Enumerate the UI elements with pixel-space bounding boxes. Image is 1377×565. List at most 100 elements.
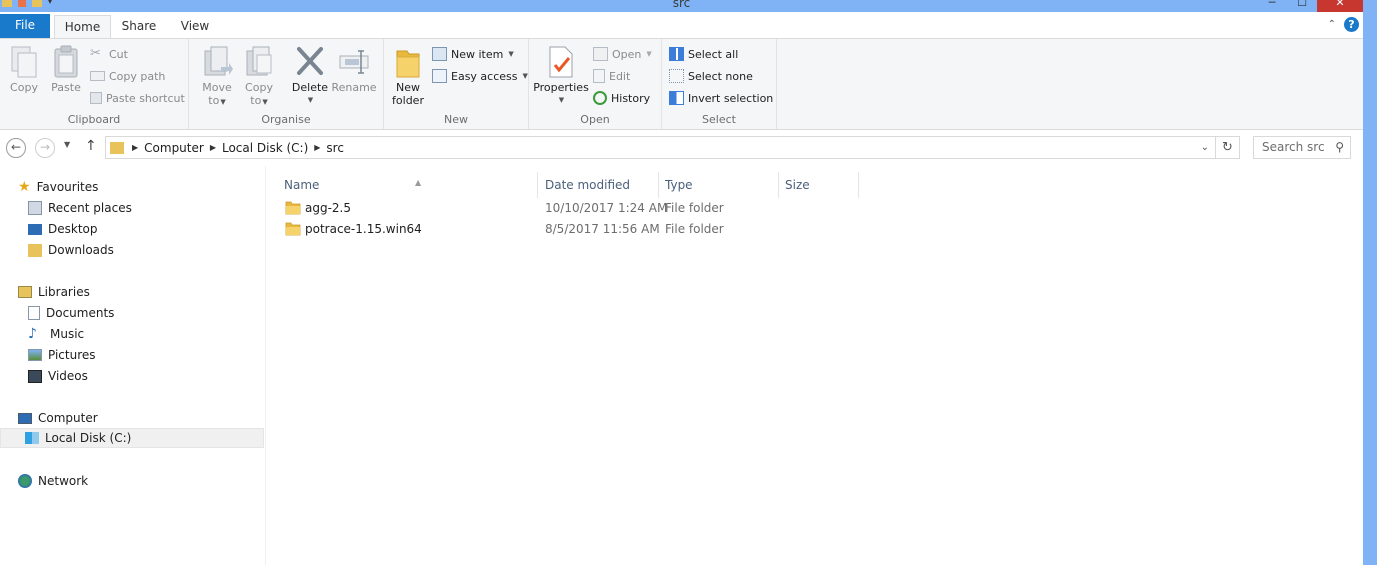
- ribbon-tabs: File Home Share View ⌃ ?: [0, 12, 1363, 38]
- search-input[interactable]: Search src ⚲: [1253, 136, 1351, 159]
- nav-local-disk-label: Local Disk (C:): [45, 431, 132, 445]
- minimize-button[interactable]: ─: [1257, 0, 1287, 12]
- copy-to-button[interactable]: Copy to▼: [241, 45, 277, 109]
- nav-downloads-label: Downloads: [48, 243, 114, 257]
- tab-home[interactable]: Home: [54, 15, 111, 38]
- rename-button[interactable]: Rename: [331, 45, 377, 94]
- nav-documents-label: Documents: [46, 306, 115, 320]
- properties-button[interactable]: Properties ▼: [533, 45, 589, 107]
- column-size-label: Size: [785, 178, 810, 192]
- copy-label: Copy: [10, 81, 38, 94]
- folder-icon: [110, 141, 124, 154]
- move-to-icon: [204, 46, 233, 76]
- copy-path-button[interactable]: Copy path: [90, 67, 165, 85]
- dropdown-arrow-icon: ▼: [508, 50, 514, 58]
- move-to-label-1: Move: [202, 81, 232, 94]
- history-button[interactable]: History: [593, 89, 650, 107]
- cut-button[interactable]: ✂ Cut: [90, 45, 128, 63]
- file-row[interactable]: agg-2.5 10/10/2017 1:24 AM File folder: [277, 198, 867, 219]
- breadcrumb-computer[interactable]: Computer: [144, 141, 204, 155]
- dropdown-arrow-icon: ▼: [220, 98, 226, 106]
- chevron-right-icon[interactable]: ▶: [132, 143, 138, 152]
- nav-computer[interactable]: Computer: [18, 408, 98, 428]
- chevron-right-icon[interactable]: ▶: [314, 143, 320, 152]
- tab-file[interactable]: File: [0, 14, 50, 38]
- breadcrumb-local-disk[interactable]: Local Disk (C:): [222, 141, 308, 155]
- refresh-button[interactable]: ↻: [1216, 136, 1240, 159]
- column-header-type[interactable]: Type: [659, 172, 779, 198]
- recent-places-icon: [28, 201, 42, 215]
- nav-recent-places[interactable]: Recent places: [28, 198, 132, 218]
- organise-group-label: Organise: [261, 113, 311, 126]
- window-border: [1363, 0, 1377, 565]
- file-row[interactable]: potrace-1.15.win64 8/5/2017 11:56 AM Fil…: [277, 219, 867, 240]
- open-group-label: Open: [580, 113, 610, 126]
- nav-music[interactable]: ♪ Music: [28, 324, 84, 344]
- nav-pictures[interactable]: Pictures: [28, 345, 96, 365]
- file-type: File folder: [665, 201, 724, 215]
- select-none-label: Select none: [688, 69, 753, 83]
- properties-icon: [549, 46, 573, 78]
- easy-access-button[interactable]: Easy access ▼: [432, 67, 528, 85]
- chevron-right-icon[interactable]: ▶: [210, 143, 216, 152]
- column-header-size[interactable]: Size: [779, 172, 859, 198]
- dropdown-arrow-icon: ▼: [646, 50, 652, 58]
- nav-favourites[interactable]: ★ Favourites: [18, 177, 98, 197]
- nav-documents[interactable]: Documents: [28, 303, 114, 323]
- nav-local-disk[interactable]: Local Disk (C:): [0, 428, 264, 448]
- new-item-button[interactable]: New item ▼: [432, 45, 514, 63]
- column-header-date-modified[interactable]: Date modified: [539, 172, 659, 198]
- nav-videos[interactable]: Videos: [28, 366, 88, 386]
- desktop-icon: [28, 223, 42, 235]
- move-to-button[interactable]: Move to▼: [199, 45, 235, 109]
- delete-button[interactable]: Delete ▼: [289, 45, 331, 107]
- open-button[interactable]: Open ▼: [593, 45, 652, 63]
- select-none-button[interactable]: Select none: [669, 67, 753, 85]
- nav-network[interactable]: Network: [18, 471, 88, 491]
- organise-group: Move to▼ Copy to▼ Delete ▼ Rename Organi…: [189, 39, 384, 129]
- new-item-icon: [432, 47, 447, 61]
- edit-label: Edit: [609, 69, 631, 83]
- forward-button[interactable]: →: [35, 138, 55, 158]
- open-group: Properties ▼ Open ▼ Edit History Open: [529, 39, 662, 129]
- properties-label: Properties: [533, 81, 589, 94]
- chevron-down-icon[interactable]: ⌄: [1201, 142, 1209, 153]
- up-button[interactable]: ↑: [85, 138, 97, 154]
- nav-desktop[interactable]: Desktop: [28, 219, 98, 239]
- back-button[interactable]: ←: [6, 138, 26, 158]
- copy-button[interactable]: Copy: [6, 45, 42, 94]
- recent-locations-dropdown[interactable]: ▼: [64, 140, 70, 149]
- help-icon[interactable]: ?: [1344, 17, 1359, 32]
- breadcrumb-src[interactable]: src: [326, 141, 344, 155]
- column-header-name[interactable]: Name ▲: [278, 172, 538, 198]
- paste-shortcut-button[interactable]: Paste shortcut: [90, 89, 185, 107]
- maximize-button[interactable]: ☐: [1287, 0, 1317, 12]
- new-folder-label-2: folder: [392, 94, 424, 107]
- drive-icon: [25, 432, 39, 444]
- select-none-icon: [669, 69, 684, 83]
- navigation-pane: ★ Favourites Recent places Desktop Downl…: [0, 166, 266, 565]
- copy-icon: [11, 46, 37, 78]
- invert-selection-label: Invert selection: [688, 91, 774, 105]
- minimize-ribbon-icon[interactable]: ⌃: [1328, 19, 1336, 30]
- open-label: Open: [612, 47, 642, 61]
- file-date-modified: 10/10/2017 1:24 AM: [545, 201, 668, 215]
- new-folder-button[interactable]: New folder: [390, 45, 426, 107]
- dropdown-arrow-icon: ▼: [522, 72, 528, 80]
- select-all-button[interactable]: Select all: [669, 45, 738, 63]
- nav-downloads[interactable]: Downloads: [28, 240, 114, 260]
- tab-view[interactable]: View: [172, 15, 218, 38]
- paste-button[interactable]: Paste: [48, 45, 84, 94]
- nav-libraries[interactable]: Libraries: [18, 282, 90, 302]
- copy-path-icon: [90, 71, 105, 81]
- search-icon: ⚲: [1335, 140, 1344, 154]
- address-bar[interactable]: ▶ Computer ▶ Local Disk (C:) ▶ src ⌄: [105, 136, 1216, 159]
- back-arrow-icon: ←: [10, 140, 22, 154]
- folder-icon: [285, 201, 301, 215]
- invert-selection-button[interactable]: Invert selection: [669, 89, 773, 107]
- close-button[interactable]: ✕: [1317, 0, 1363, 12]
- dropdown-arrow-icon: ▼: [262, 98, 268, 106]
- tab-share[interactable]: Share: [114, 15, 164, 38]
- nav-desktop-label: Desktop: [48, 222, 98, 236]
- edit-button[interactable]: Edit: [593, 67, 630, 85]
